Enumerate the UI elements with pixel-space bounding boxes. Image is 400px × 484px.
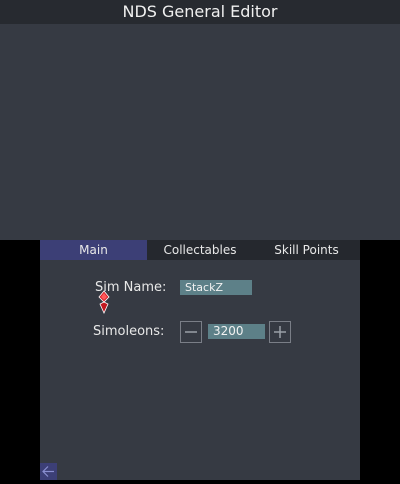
back-button[interactable] [40, 463, 57, 480]
sim-name-field[interactable]: StackZ [180, 280, 252, 295]
simoleons-field[interactable]: 3200 [208, 324, 265, 339]
tab-skill-points[interactable]: Skill Points [253, 240, 360, 260]
plus-icon [274, 326, 286, 338]
top-screen: NDS General Editor [0, 0, 400, 240]
tab-main[interactable]: Main [40, 240, 147, 260]
minus-icon [185, 331, 197, 333]
app-title: NDS General Editor [122, 2, 278, 21]
title-bar: NDS General Editor [0, 0, 400, 24]
increase-simoleons-button[interactable] [269, 321, 291, 343]
back-arrow-icon [42, 466, 54, 477]
decrease-simoleons-button[interactable] [180, 321, 202, 343]
tab-bar: Main Collectables Skill Points [40, 240, 360, 260]
pointer-cursor-icon [98, 290, 110, 314]
bottom-screen: Main Collectables Skill Points Sim Name:… [40, 240, 360, 480]
tab-collectables[interactable]: Collectables [147, 240, 253, 260]
simoleons-label: Simoleons: [93, 324, 165, 339]
